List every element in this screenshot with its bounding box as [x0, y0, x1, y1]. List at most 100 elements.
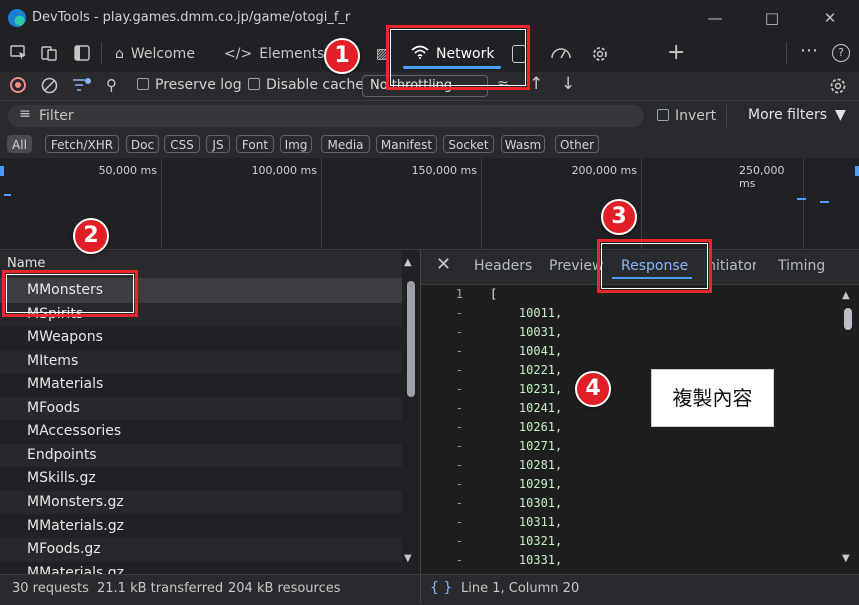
- step-badge-4: 4: [575, 371, 611, 407]
- highlight-response-tab: [597, 239, 712, 293]
- timeline-gridline: [161, 158, 162, 249]
- line-number: -: [455, 534, 463, 548]
- export-har-icon[interactable]: ↓: [561, 74, 575, 94]
- timeline-request-bar: [820, 201, 829, 203]
- request-row[interactable]: MFoods: [0, 396, 402, 421]
- scroll-up-arrow-icon[interactable]: ▲: [404, 257, 412, 268]
- chip-js[interactable]: JS: [206, 135, 230, 153]
- chip-wasm[interactable]: Wasm: [501, 135, 545, 153]
- filter-input[interactable]: ≡ Filter: [8, 105, 644, 127]
- request-row[interactable]: MItems: [0, 349, 402, 374]
- close-detail-icon[interactable]: ✕: [436, 254, 451, 275]
- preserve-log-box[interactable]: [137, 78, 149, 90]
- request-row[interactable]: Endpoints: [0, 443, 402, 468]
- timeline-handle-right[interactable]: [855, 166, 859, 176]
- tab-headers[interactable]: Headers: [474, 258, 532, 274]
- request-row[interactable]: MSkills.gz: [0, 467, 402, 491]
- preserve-log-checkbox[interactable]: Preserve log: [137, 77, 242, 93]
- import-har-icon[interactable]: ↑: [529, 74, 543, 94]
- request-row[interactable]: MMonsters.gz: [0, 490, 402, 515]
- chip-all[interactable]: All: [7, 135, 32, 153]
- tab-divider-right: [786, 42, 787, 64]
- inspect-element-icon[interactable]: [10, 44, 28, 62]
- line-number: -: [455, 420, 463, 434]
- scroll-down-arrow-icon[interactable]: ▼: [404, 553, 412, 564]
- chip-font[interactable]: Font: [236, 135, 274, 153]
- response-code-line: 10241,: [490, 401, 563, 415]
- filter-placeholder: Filter: [39, 108, 74, 124]
- request-list-scrollbar-thumb[interactable]: [407, 281, 415, 397]
- request-row[interactable]: MAccessories: [0, 420, 402, 444]
- timeline-handle-left[interactable]: [0, 166, 4, 176]
- line-number: -: [455, 401, 463, 415]
- clear-icon[interactable]: [41, 77, 58, 94]
- request-name: MAccessories: [27, 423, 122, 440]
- invert-box[interactable]: [657, 109, 669, 121]
- chip-socket[interactable]: Socket: [443, 135, 494, 153]
- minimize-icon[interactable]: —: [703, 6, 727, 30]
- edge-logo-icon: [8, 9, 26, 27]
- disable-cache-checkbox[interactable]: Disable cache: [248, 77, 364, 93]
- chip-css[interactable]: CSS: [164, 135, 200, 153]
- close-window-icon[interactable]: ✕: [818, 6, 842, 30]
- request-row[interactable]: MMaterials: [0, 373, 402, 397]
- add-tab-icon[interactable]: +: [667, 40, 685, 65]
- disable-cache-box[interactable]: [248, 78, 260, 90]
- performance-icon[interactable]: [550, 44, 572, 62]
- invert-checkbox[interactable]: Invert: [657, 108, 716, 124]
- response-code-line: 10301,: [490, 496, 563, 510]
- response-code-line: 10281,: [490, 458, 563, 472]
- tab-welcome-label: Welcome: [130, 46, 195, 62]
- help-icon[interactable]: ?: [832, 44, 850, 62]
- tab-initiator[interactable]: Initiator: [712, 258, 756, 274]
- disable-cache-label: Disable cache: [266, 77, 364, 93]
- filter-toggle-icon[interactable]: [72, 77, 92, 94]
- tab-welcome[interactable]: ⌂ Welcome: [115, 38, 195, 70]
- request-count: 30 requests: [12, 581, 89, 596]
- search-icon[interactable]: ⚲: [106, 76, 117, 94]
- tab-timing[interactable]: Timing: [778, 258, 825, 274]
- response-scroll-down-icon[interactable]: ▼: [842, 553, 850, 564]
- timeline-request-bar: [4, 194, 11, 196]
- pretty-print-icon[interactable]: { }: [430, 580, 452, 596]
- house-icon: ⌂: [115, 46, 124, 62]
- chip-fetchxhr[interactable]: Fetch/XHR: [45, 135, 119, 153]
- tab-initiator-clip: Initiator: [712, 250, 756, 283]
- step-badge-1: 1: [324, 38, 360, 74]
- response-scrollbar-thumb[interactable]: [844, 308, 852, 330]
- tab-elements[interactable]: </> Elements: [224, 38, 324, 70]
- timeline-tick-label: 200,000 ms: [571, 164, 637, 177]
- timeline-tick-label: 100,000 ms: [251, 164, 317, 177]
- window-title: DevTools - play.games.dmm.co.jp/game/oto…: [32, 10, 351, 25]
- chip-other[interactable]: Other: [555, 135, 599, 153]
- dock-side-icon[interactable]: [73, 44, 91, 62]
- line-number: -: [455, 439, 463, 453]
- request-name: MFoods: [27, 399, 80, 416]
- filter-divider: [726, 105, 727, 127]
- record-icon[interactable]: [10, 77, 26, 93]
- timeline-gridline: [481, 158, 482, 249]
- more-filters-button[interactable]: More filters ▼: [748, 107, 846, 123]
- invert-label: Invert: [675, 108, 717, 124]
- request-row[interactable]: MFoods.gz: [0, 538, 402, 562]
- response-code-line: 10041,: [490, 344, 563, 358]
- more-options-icon[interactable]: ⋯: [800, 40, 818, 61]
- request-row[interactable]: MWeapons: [0, 326, 402, 350]
- settings-gear-tab-icon[interactable]: [590, 44, 610, 64]
- chip-manifest[interactable]: Manifest: [376, 135, 437, 153]
- response-code-line: 10011,: [490, 306, 563, 320]
- request-row[interactable]: MMaterials.gz: [0, 515, 402, 539]
- response-scroll-up-icon[interactable]: ▲: [842, 290, 850, 301]
- device-emulation-icon[interactable]: [40, 44, 58, 62]
- code-clip: [421, 567, 841, 574]
- tab-preview[interactable]: Preview: [549, 258, 604, 274]
- line-number: 1: [455, 287, 463, 301]
- chip-media[interactable]: Media: [321, 135, 370, 153]
- network-settings-icon[interactable]: [828, 76, 848, 96]
- code-brackets-icon: </>: [224, 46, 253, 62]
- request-name: MWeapons: [27, 329, 103, 346]
- chip-doc[interactable]: Doc: [126, 135, 159, 153]
- chip-img[interactable]: Img: [280, 135, 312, 153]
- timeline-request-bar: [797, 198, 806, 200]
- maximize-icon[interactable]: □: [760, 6, 784, 30]
